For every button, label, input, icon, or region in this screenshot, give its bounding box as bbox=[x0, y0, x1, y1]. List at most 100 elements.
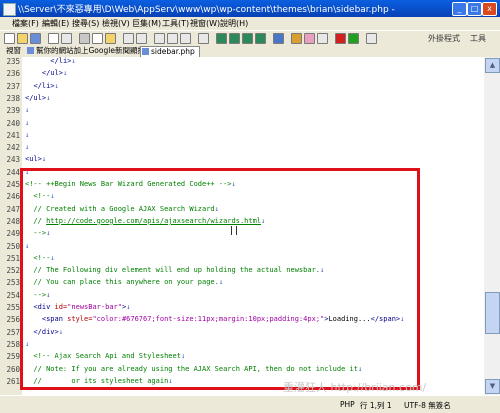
line-number: 248 bbox=[6, 216, 20, 226]
menu-tools[interactable]: 工具(T) bbox=[162, 18, 189, 29]
tools-label[interactable]: 工具 bbox=[470, 33, 486, 44]
code-token: </li> bbox=[33, 81, 55, 90]
print-icon[interactable] bbox=[48, 33, 59, 44]
line-number: 255 bbox=[6, 303, 20, 312]
tools-icon[interactable] bbox=[366, 33, 377, 44]
replace-icon[interactable] bbox=[180, 33, 191, 44]
paste-icon[interactable] bbox=[105, 33, 116, 44]
line-number: 254 bbox=[6, 290, 20, 300]
text-file-icon bbox=[27, 47, 34, 54]
title-bar: \\Server\不來惡專用\D\Web\AppServ\www\wp\wp-c… bbox=[0, 0, 500, 17]
minimize-button[interactable]: _ bbox=[452, 2, 467, 16]
open-folder-icon[interactable] bbox=[17, 33, 28, 44]
line-number: 243 bbox=[6, 155, 20, 165]
find-next-icon[interactable] bbox=[167, 33, 178, 44]
highlight-box bbox=[20, 168, 420, 390]
code-line: ↓ bbox=[25, 143, 29, 151]
line-number: 257 bbox=[6, 327, 20, 337]
line-number: 260 bbox=[6, 364, 20, 374]
php-file-icon bbox=[142, 48, 149, 55]
copy-icon[interactable] bbox=[92, 33, 103, 44]
cut-icon[interactable] bbox=[79, 33, 90, 44]
code-line: <ul>↓ bbox=[25, 155, 46, 163]
run-macro-icon[interactable] bbox=[348, 33, 359, 44]
undo-icon[interactable] bbox=[123, 33, 134, 44]
scroll-down-icon[interactable]: ▼ bbox=[485, 379, 500, 394]
tab-label: sidebar.php bbox=[151, 47, 195, 56]
tab-google-news-txt[interactable]: 幫你的網站加上Google新聞顯播 .txt bbox=[26, 46, 141, 56]
line-number: 247 bbox=[6, 204, 20, 214]
line-number: 246 bbox=[6, 192, 20, 202]
newline-mark: ↓ bbox=[62, 69, 68, 78]
menu-bar: 檔案(F) 編輯(E) 搜尋(S) 檢視(V) 巨集(M) 工具(T) 視窗(W… bbox=[0, 17, 500, 30]
find-icon[interactable] bbox=[154, 33, 165, 44]
code-line: </ul>↓ bbox=[25, 94, 50, 102]
newline-mark: ↓ bbox=[25, 143, 30, 152]
line-number: 237 bbox=[6, 81, 20, 91]
editor-area[interactable]: 235 236 237 238 239 240 241 242 243 244 245 246 247 2… bbox=[0, 57, 484, 395]
config-icon[interactable] bbox=[304, 33, 315, 44]
menu-macro[interactable]: 巨集(M) bbox=[132, 18, 161, 29]
close-button[interactable]: x bbox=[482, 2, 497, 16]
status-position: 行 1,列 1 bbox=[360, 401, 392, 410]
line-number: 258 bbox=[6, 339, 20, 349]
wrap-window-icon[interactable] bbox=[229, 33, 240, 44]
newline-mark: ↓ bbox=[46, 93, 51, 102]
line-number: 250 bbox=[6, 241, 20, 251]
newline-mark: ↓ bbox=[54, 81, 59, 90]
wrap-icon[interactable] bbox=[216, 33, 227, 44]
line-number: 236 bbox=[6, 69, 20, 79]
tab-sidebar-php[interactable]: sidebar.php bbox=[140, 46, 200, 57]
menu-view[interactable]: 檢視(V) bbox=[102, 18, 130, 29]
watermark: 重灌狂人 http://briian.com/ bbox=[283, 381, 427, 394]
menu-file[interactable]: 檔案(F) bbox=[12, 18, 39, 29]
scroll-thumb[interactable] bbox=[485, 292, 500, 334]
line-number: 259 bbox=[6, 352, 20, 362]
code-line: ↓ bbox=[25, 131, 29, 139]
text-cursor-icon bbox=[231, 226, 237, 235]
line-number: 242 bbox=[6, 143, 20, 153]
code-line: </ul>↓ bbox=[25, 69, 67, 77]
newline-mark: ↓ bbox=[41, 155, 47, 164]
code-token: </li> bbox=[50, 57, 72, 65]
marks-icon[interactable] bbox=[255, 33, 266, 44]
wrap-page-icon[interactable] bbox=[242, 33, 253, 44]
line-number: 235 bbox=[6, 57, 20, 66]
line-number: 252 bbox=[6, 266, 20, 276]
preview-icon[interactable] bbox=[61, 33, 72, 44]
plugins-label[interactable]: 外掛程式 bbox=[428, 33, 460, 44]
vertical-scrollbar[interactable]: ▲ ▼ bbox=[484, 57, 500, 395]
redo-icon[interactable] bbox=[136, 33, 147, 44]
outline-icon[interactable] bbox=[273, 33, 284, 44]
status-bar: PHP 行 1,列 1 UTF-8 無簽名 bbox=[0, 395, 500, 413]
menu-window[interactable]: 視窗(W) bbox=[190, 18, 220, 29]
line-number: 240 bbox=[6, 118, 20, 128]
tab-label: 幫你的網站加上Google新聞顯播 .txt bbox=[36, 46, 141, 55]
menu-search[interactable]: 搜尋(S) bbox=[72, 18, 99, 29]
app-icon bbox=[3, 3, 16, 16]
window-title: \\Server\不來惡專用\D\Web\AppServ\www\wp\wp-c… bbox=[18, 5, 398, 15]
line-number-gutter: 235 236 237 238 239 240 241 242 243 244 245 246 247 2… bbox=[0, 57, 22, 395]
newline-mark: ↓ bbox=[25, 106, 30, 115]
record-macro-icon[interactable] bbox=[335, 33, 346, 44]
line-number: 256 bbox=[6, 315, 20, 325]
scroll-up-icon[interactable]: ▲ bbox=[485, 58, 500, 73]
status-mode: PHP bbox=[340, 400, 355, 409]
grep-icon[interactable] bbox=[198, 33, 209, 44]
maximize-button[interactable]: □ bbox=[467, 2, 482, 16]
font-icon[interactable] bbox=[317, 33, 328, 44]
code-token: </ul> bbox=[25, 93, 47, 102]
menu-help[interactable]: 說明(H) bbox=[220, 18, 248, 29]
line-number: 244 bbox=[6, 167, 20, 177]
code-token: </ul> bbox=[41, 69, 63, 78]
line-number: 251 bbox=[6, 253, 20, 263]
customize-icon[interactable] bbox=[291, 33, 302, 44]
line-number: 239 bbox=[6, 106, 20, 116]
code-line: ↓ bbox=[25, 106, 29, 114]
menu-edit[interactable]: 編輯(E) bbox=[42, 18, 69, 29]
tab-window-label[interactable]: 視窗 bbox=[0, 46, 21, 56]
new-file-icon[interactable] bbox=[4, 33, 15, 44]
newline-mark: ↓ bbox=[71, 57, 76, 65]
save-icon[interactable] bbox=[30, 33, 41, 44]
